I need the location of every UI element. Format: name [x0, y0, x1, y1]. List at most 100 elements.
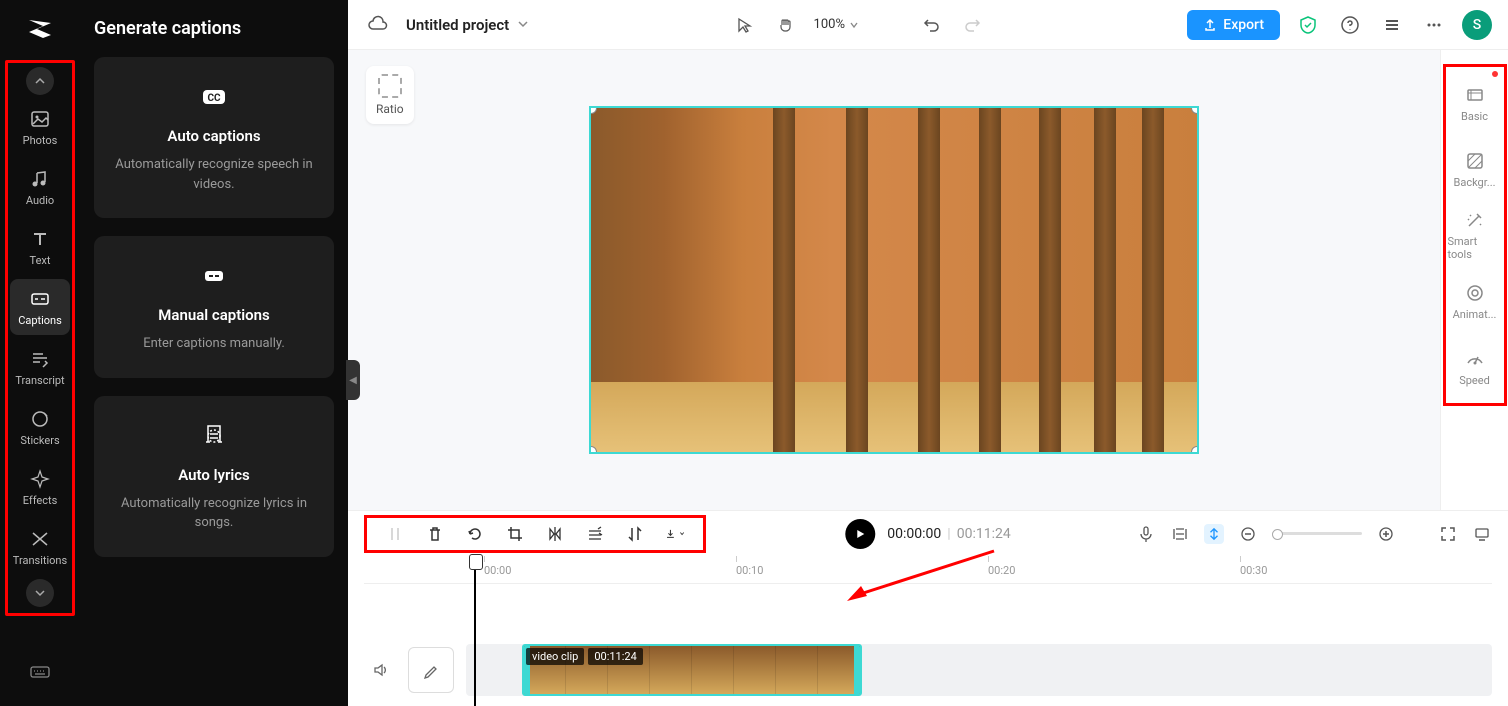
nav-label: Stickers [20, 434, 59, 447]
music-note-icon [29, 168, 51, 190]
right-nav-label: Smart tools [1448, 235, 1502, 261]
right-nav-speed[interactable]: Speed [1448, 337, 1502, 397]
effects-icon [29, 468, 51, 490]
nav-expand-down[interactable] [26, 579, 54, 607]
video-preview-frame[interactable]: ↻ [589, 106, 1199, 454]
layers-icon[interactable] [1378, 11, 1406, 39]
more-menu-icon[interactable] [1420, 11, 1448, 39]
nav-label: Transitions [13, 554, 67, 567]
background-icon [1464, 150, 1486, 172]
right-nav-label: Basic [1461, 110, 1488, 123]
project-title-text: Untitled project [406, 16, 509, 34]
zoom-out-icon[interactable] [1238, 524, 1258, 544]
right-nav-label: Speed [1459, 374, 1490, 387]
nav-text[interactable]: Text [10, 219, 70, 275]
nav-effects[interactable]: Effects [10, 459, 70, 515]
fullscreen-icon[interactable] [1438, 524, 1458, 544]
nav-collapse-up[interactable] [26, 67, 54, 95]
image-icon [29, 108, 51, 130]
crop-tool[interactable] [505, 524, 525, 544]
card-desc: Automatically recognize speech in videos… [112, 155, 316, 194]
nav-captions[interactable]: Captions [10, 279, 70, 335]
transitions-icon [29, 528, 51, 550]
video-clip[interactable]: video clip 00:11:24 [522, 644, 862, 696]
right-nav-smart-tools[interactable]: Smart tools [1448, 205, 1502, 265]
download-tool[interactable] [665, 524, 685, 544]
clip-handle-right[interactable] [854, 646, 860, 694]
hand-tool[interactable] [772, 11, 800, 39]
split-tool[interactable] [385, 524, 405, 544]
clip-name-badge: video clip [526, 648, 584, 665]
right-nav-highlight: Basic Backgr... Smart tools Animat... [1443, 64, 1507, 406]
magnet-snap-icon[interactable] [1204, 524, 1224, 544]
clip-duration-badge: 00:11:24 [588, 648, 642, 665]
captions-icon [29, 288, 51, 310]
undo-button[interactable] [917, 11, 945, 39]
keyboard-shortcuts-button[interactable] [26, 658, 54, 686]
card-title: Auto lyrics [112, 466, 316, 484]
redo-button[interactable] [959, 11, 987, 39]
card-title: Auto captions [112, 127, 316, 145]
play-button[interactable] [845, 519, 875, 549]
rotate-tool[interactable] [465, 524, 485, 544]
panel-collapse-tab[interactable]: ◀ [346, 360, 360, 400]
zoom-level[interactable]: 100% [814, 17, 859, 32]
ratio-button[interactable]: Ratio [366, 66, 414, 124]
manual-caption-icon [198, 260, 230, 292]
ruler-tick: 00:00 [484, 556, 736, 583]
app-logo[interactable] [21, 10, 59, 48]
resize-handle-br[interactable] [1191, 446, 1199, 454]
card-title: Manual captions [112, 306, 316, 324]
svg-text:CC: CC [207, 93, 221, 104]
ratio-label: Ratio [376, 102, 404, 116]
chevron-down-icon [517, 16, 529, 34]
project-title[interactable]: Untitled project [406, 16, 529, 34]
preview-mode-icon[interactable] [1472, 524, 1492, 544]
delete-tool[interactable] [425, 524, 445, 544]
shield-icon[interactable] [1294, 11, 1322, 39]
timeline-zoom-slider[interactable] [1272, 532, 1362, 535]
right-nav-label: Animat... [1453, 308, 1497, 321]
nav-audio[interactable]: Audio [10, 159, 70, 215]
nav-label: Effects [23, 494, 58, 507]
pointer-tool[interactable] [730, 11, 758, 39]
nav-transitions[interactable]: Transitions [10, 519, 70, 575]
right-nav-animation[interactable]: Animat... [1448, 271, 1502, 331]
cloud-icon[interactable] [364, 11, 392, 39]
manual-captions-card[interactable]: Manual captions Enter captions manually. [94, 236, 334, 378]
track-mute-button[interactable] [364, 647, 398, 693]
nav-transcript[interactable]: Transcript [10, 339, 70, 395]
export-button[interactable]: Export [1187, 10, 1280, 40]
video-track[interactable]: video clip 00:11:24 [466, 644, 1492, 696]
zoom-in-icon[interactable] [1376, 524, 1396, 544]
track-edit-button[interactable] [408, 647, 454, 693]
mic-icon[interactable] [1136, 524, 1156, 544]
help-icon[interactable] [1336, 11, 1364, 39]
mirror-tool[interactable] [545, 524, 565, 544]
nav-label: Transcript [15, 374, 64, 387]
export-label: Export [1223, 17, 1264, 33]
right-nav-basic[interactable]: Basic [1448, 73, 1502, 133]
user-avatar[interactable]: S [1462, 10, 1492, 40]
resize-handle-tl[interactable] [589, 106, 597, 114]
card-desc: Enter captions manually. [112, 334, 316, 354]
left-sidebar: Photos Audio Text Captions Transcript St… [0, 0, 80, 706]
auto-lyrics-card[interactable]: Auto lyrics Automatically recognize lyri… [94, 396, 334, 557]
basic-icon [1464, 84, 1486, 106]
preview-canvas: Ratio ↻ [348, 50, 1440, 510]
playhead[interactable] [474, 556, 476, 706]
nav-photos[interactable]: Photos [10, 99, 70, 155]
captions-side-panel: Generate captions CC Auto captions Autom… [80, 0, 348, 706]
ruler-tick: 00:20 [988, 556, 1240, 583]
auto-cut-icon[interactable] [1170, 524, 1190, 544]
ruler-tick: 00:30 [1240, 556, 1492, 583]
auto-captions-card[interactable]: CC Auto captions Automatically recognize… [94, 57, 334, 218]
nav-stickers[interactable]: Stickers [10, 399, 70, 455]
cc-icon: CC [198, 81, 230, 113]
reverse-tool[interactable] [625, 524, 645, 544]
volume-tool[interactable] [585, 524, 605, 544]
right-nav-background[interactable]: Backgr... [1448, 139, 1502, 199]
left-nav-highlight: Photos Audio Text Captions Transcript St… [5, 60, 75, 616]
resize-handle-tr[interactable] [1191, 106, 1199, 114]
ratio-icon [378, 74, 402, 98]
